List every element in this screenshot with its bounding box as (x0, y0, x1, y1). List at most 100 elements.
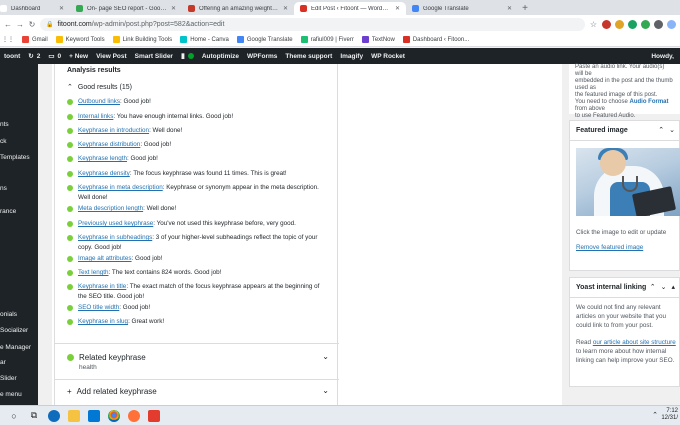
chevron-up-icon[interactable]: ⌃ (650, 283, 656, 291)
bookmark-item[interactable]: Keyword Tools (55, 36, 105, 43)
store-icon[interactable] (88, 409, 100, 422)
bookmark-item[interactable]: Link Building Tools (112, 36, 172, 43)
caret-up-icon[interactable]: ▴ (671, 283, 675, 291)
adminbar-new[interactable]: + New (65, 53, 92, 60)
adminbar-wp-rocket[interactable]: WP Rocket (367, 53, 409, 60)
featured-image-title[interactable]: Featured image (576, 127, 628, 134)
bookmark-item[interactable]: Dashboard ‹ Fitoon... (402, 36, 469, 43)
result-link[interactable]: Keyphrase in subheadings (78, 234, 152, 241)
result-text: : Good job! (131, 255, 163, 262)
chevron-up-icon[interactable]: ⌃ (658, 126, 664, 134)
bookmark-item[interactable]: rafiul009 | Fiverr (300, 36, 354, 43)
browser-tab[interactable]: Offering an amazing weight los ✕ (182, 2, 294, 15)
add-related-keyphrase-button[interactable]: + Add related keyphrase (67, 387, 157, 396)
task-view-icon[interactable]: ⧉ (28, 410, 40, 422)
extension-icon-gold[interactable] (615, 19, 624, 29)
new-tab-button[interactable]: + (518, 2, 532, 15)
result-link[interactable]: Image alt attributes (78, 255, 132, 262)
admin-menu-item[interactable]: Slider (0, 375, 17, 382)
adminbar-autoptimize[interactable]: Autoptimize (198, 53, 243, 60)
adminbar-updates[interactable]: ↻ 2 (24, 52, 44, 61)
file-explorer-icon[interactable] (68, 409, 80, 422)
result-link[interactable]: Keyphrase in slug (78, 318, 128, 325)
chevron-down-icon[interactable]: ⌄ (669, 126, 675, 134)
browser-tab[interactable]: Google Translate ✕ (406, 2, 518, 15)
result-link[interactable]: Keyphrase density (78, 170, 130, 177)
close-icon[interactable]: ✕ (283, 5, 288, 12)
app-icon-red[interactable] (148, 409, 160, 422)
result-link[interactable]: Keyphrase in title (78, 283, 126, 290)
bookmark-item[interactable]: Gmail (22, 36, 48, 43)
internal-linking-title[interactable]: Yoast internal linking (576, 284, 646, 291)
result-link[interactable]: SEO title width (78, 304, 119, 311)
close-icon[interactable]: ✕ (507, 5, 512, 12)
browser-tab[interactable]: Edit Post ‹ Fitoont — WordPress ✕ (294, 2, 406, 15)
adminbar-imagify[interactable]: Imagify (336, 53, 367, 60)
close-icon[interactable]: ✕ (395, 5, 400, 12)
adminbar-wpforms[interactable]: WPForms (243, 53, 281, 60)
bookmark-star-icon[interactable]: ☆ (589, 20, 598, 29)
admin-menu-item[interactable]: e Manager (0, 344, 31, 351)
good-results-toggle[interactable]: ⌃ Good results (15) (67, 83, 132, 92)
adminbar-site[interactable]: toont (0, 53, 24, 60)
profile-avatar[interactable] (667, 19, 676, 29)
admin-menu-item[interactable]: ar (0, 359, 6, 366)
back-icon[interactable]: ← (4, 20, 12, 29)
bookmark-item[interactable]: Home - Canva (180, 36, 229, 43)
admin-menu-item[interactable]: rance (0, 208, 16, 215)
admin-menu-item[interactable]: Socializer (0, 327, 28, 334)
adminbar-theme-support[interactable]: Theme support (281, 53, 336, 60)
remove-featured-image-link[interactable]: Remove featured image (576, 244, 643, 251)
browser-tab[interactable]: Dashboard ✕ (0, 2, 70, 15)
url-field[interactable]: 🔒 fitoont.com/wp-admin/post.php?post=582… (40, 17, 585, 31)
extension-icon-red[interactable] (602, 19, 611, 29)
firefox-icon[interactable] (128, 409, 140, 422)
result-link[interactable]: Internal links (78, 113, 113, 120)
result-link[interactable]: Outbound links (78, 98, 120, 105)
browser-tab[interactable]: On- page SEO report - Google S ✕ (70, 2, 182, 15)
chevron-down-icon[interactable]: ⌄ (661, 283, 667, 291)
result-link[interactable]: Meta description length (78, 205, 143, 212)
forward-icon[interactable]: → (16, 20, 24, 29)
bookmark-item[interactable]: Google Translate (236, 36, 293, 43)
reload-icon[interactable]: ↻ (28, 20, 36, 29)
system-clock[interactable]: 7:12 12/31/ (661, 408, 678, 422)
adminbar-comments[interactable]: ▭ 0 (44, 52, 65, 61)
audio-format-link[interactable]: Audio Format (630, 99, 669, 105)
extension-icon-green[interactable] (628, 19, 637, 29)
close-icon[interactable]: ✕ (59, 5, 64, 12)
extensions-puzzle-icon[interactable] (654, 19, 663, 29)
adminbar-view-post[interactable]: View Post (92, 53, 131, 60)
add-related-keyphrase-section[interactable]: + Add related keyphrase ⌄ (55, 379, 339, 405)
chevron-down-icon[interactable]: ⌄ (322, 352, 329, 361)
admin-menu-item[interactable]: ck (0, 138, 7, 145)
admin-menu-item[interactable]: e menu (0, 391, 22, 398)
result-link[interactable]: Keyphrase in introduction (78, 127, 149, 134)
bookmark-item[interactable]: TextNow (361, 36, 395, 43)
apps-grid-icon[interactable]: ⋮⋮ (2, 36, 14, 43)
result-link[interactable]: Text length (78, 269, 108, 276)
result-link[interactable]: Previously used keyphrase (78, 220, 153, 227)
yoast-icon: ▮ (180, 53, 185, 60)
featured-image-thumbnail[interactable] (576, 148, 680, 216)
adminbar-yoast[interactable]: ▮ (177, 52, 198, 60)
site-structure-link[interactable]: our article about site structure (593, 339, 676, 346)
admin-menu-item[interactable]: nts (0, 121, 9, 128)
chevron-down-icon[interactable]: ⌄ (322, 386, 329, 395)
extension-icon-grammarly[interactable] (641, 19, 650, 29)
result-link[interactable]: Keyphrase distribution (78, 141, 140, 148)
admin-menu-item[interactable]: Templates (0, 154, 30, 161)
result-link[interactable]: Keyphrase length (78, 155, 127, 162)
edge-icon[interactable] (48, 409, 60, 422)
result-text: : You have enough internal links. Good j… (113, 113, 234, 120)
chrome-icon[interactable] (108, 409, 120, 422)
search-icon[interactable]: ○ (8, 410, 20, 422)
admin-menu-item[interactable]: onials (0, 311, 17, 318)
adminbar-smart-slider[interactable]: Smart Slider (131, 53, 177, 60)
system-tray-arrow-icon[interactable]: ⌃ (652, 411, 658, 419)
result-link[interactable]: Keyphrase in meta description (78, 184, 163, 191)
admin-menu-item[interactable]: ns (0, 185, 7, 192)
adminbar-howdy[interactable]: Howdy, (647, 53, 680, 60)
close-icon[interactable]: ✕ (171, 5, 176, 12)
related-keyphrase-section[interactable]: Related keyphrase health ⌄ (55, 343, 339, 379)
